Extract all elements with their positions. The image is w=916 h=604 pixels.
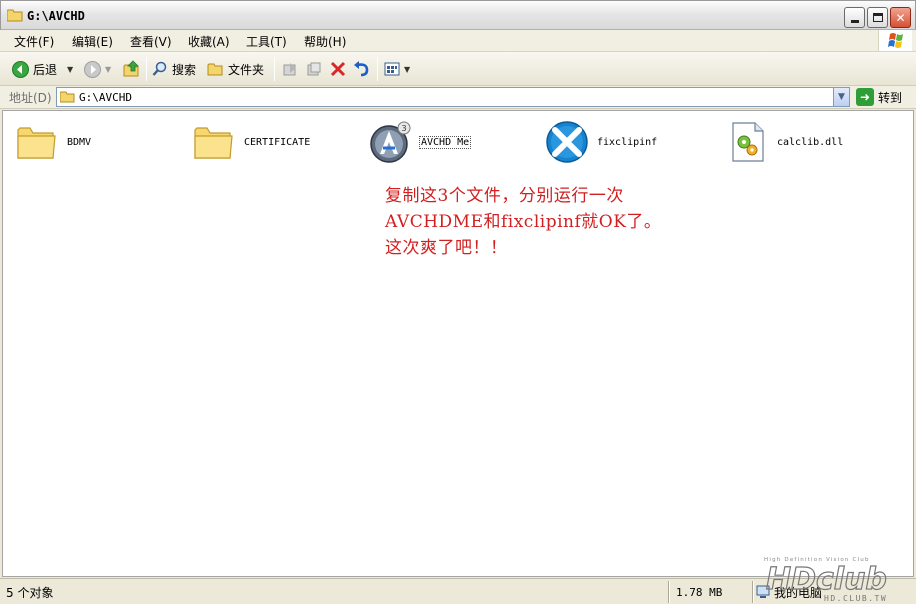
file-name: calclib.dll [777,136,844,148]
delete-icon [330,61,346,77]
file-item-fixclipinf[interactable]: fixclipinf [545,119,657,165]
file-item-certificate[interactable]: CERTIFICATE [192,119,310,165]
chevron-down-icon: ▼ [838,92,845,102]
up-folder-button[interactable] [123,57,141,81]
maximize-button[interactable] [867,7,888,28]
toolbar-separator [274,57,275,81]
status-separator [668,581,670,603]
window-title: G:\AVCHD [27,9,85,23]
address-dropdown-button[interactable]: ▼ [833,88,849,106]
address-value: G:\AVCHD [79,91,132,104]
status-separator [752,581,754,603]
file-name: fixclipinf [597,136,658,148]
forward-arrow-icon [84,60,101,78]
file-name: BDMV [67,136,92,148]
minimize-icon [850,19,859,23]
undo-icon [354,61,369,77]
file-list-view[interactable]: BDMV CERTIFICATE 3 AVCHD Me fixclipinf c… [2,110,914,577]
status-location: 我的电脑 [774,585,823,600]
delete-button[interactable] [330,57,346,81]
menu-help[interactable]: 帮助(H) [302,33,348,50]
search-icon [152,61,167,76]
back-arrow-icon [12,60,29,78]
status-object-count: 5 个对象 [6,585,54,600]
fixclipinf-app-icon [546,121,588,163]
move-to-icon [283,63,296,76]
go-button[interactable]: ➜ 转到 [856,87,902,107]
up-folder-icon [123,60,139,77]
move-to-button[interactable] [282,57,298,81]
file-name: CERTIFICATE [244,136,311,148]
toolbar: 后退 ▼ ▼ 搜索 文件夹 ▼ [0,52,916,86]
folders-label: 文件夹 [228,62,265,77]
views-icon [384,62,400,76]
folders-button[interactable]: 文件夹 [207,57,264,81]
address-bar: 地址(D) G:\AVCHD ▼ ➜ 转到 [0,86,916,109]
back-label: 后退 [33,62,58,77]
file-item-bdmv[interactable]: BDMV [15,119,91,165]
undo-button[interactable] [353,57,370,81]
minimize-button[interactable] [844,7,865,28]
toolbar-separator [146,57,147,81]
folder-icon [7,9,23,22]
note-line: 复制这3个文件，分别运行一次 [385,186,624,206]
menu-file[interactable]: 文件(F) [12,33,56,50]
copy-to-button[interactable] [306,57,322,81]
toolbar-separator [377,57,378,81]
back-button[interactable]: 后退 ▼ [12,57,73,81]
dll-file-icon [732,122,764,162]
folder-icon [17,127,56,159]
menu-favorites[interactable]: 收藏(A) [186,33,232,50]
computer-icon [756,583,770,601]
address-input[interactable]: G:\AVCHD ▼ [56,87,850,107]
instruction-note: 复制这3个文件，分别运行一次 AVCHDME和fixclipinf就OK了。 这… [385,183,661,261]
file-item-avchd-me[interactable]: 3 AVCHD Me [367,119,472,165]
search-label: 搜索 [172,62,197,77]
status-size: 1.78 MB [676,585,723,599]
menu-view[interactable]: 查看(V) [128,33,174,50]
close-icon: ✕ [895,10,906,25]
avchd-me-app-icon: 3 [370,121,411,163]
svg-text:3: 3 [401,124,406,133]
forward-dropdown-icon[interactable]: ▼ [105,65,111,74]
menu-edit[interactable]: 编辑(E) [70,33,115,50]
file-name: AVCHD Me [419,135,472,149]
go-label: 转到 [878,90,903,105]
address-label: 地址(D) [9,91,52,105]
views-button[interactable]: ▼ [384,57,410,81]
search-button[interactable]: 搜索 [152,57,196,81]
file-item-calclib-dll[interactable]: calclib.dll [725,119,843,165]
maximize-icon [872,13,883,22]
folders-icon [207,63,223,76]
views-dropdown-icon[interactable]: ▼ [404,65,410,74]
folder-icon [60,91,75,103]
copy-to-icon [307,62,321,76]
back-dropdown-icon[interactable]: ▼ [67,65,73,74]
note-line: 这次爽了吧！！ [385,238,508,258]
go-arrow-icon: ➜ [856,88,874,106]
status-bar: 5 个对象 1.78 MB 我的电脑 [0,578,916,604]
windows-logo [878,30,912,51]
note-line: AVCHDME和fixclipinf就OK了。 [385,212,662,232]
title-bar[interactable]: G:\AVCHD ✕ [0,0,916,30]
forward-button[interactable]: ▼ [84,57,111,81]
menu-bar: 文件(F) 编辑(E) 查看(V) 收藏(A) 工具(T) 帮助(H) [0,30,916,52]
close-button[interactable]: ✕ [890,7,911,28]
menu-tools[interactable]: 工具(T) [244,33,289,50]
folder-icon [194,127,233,159]
